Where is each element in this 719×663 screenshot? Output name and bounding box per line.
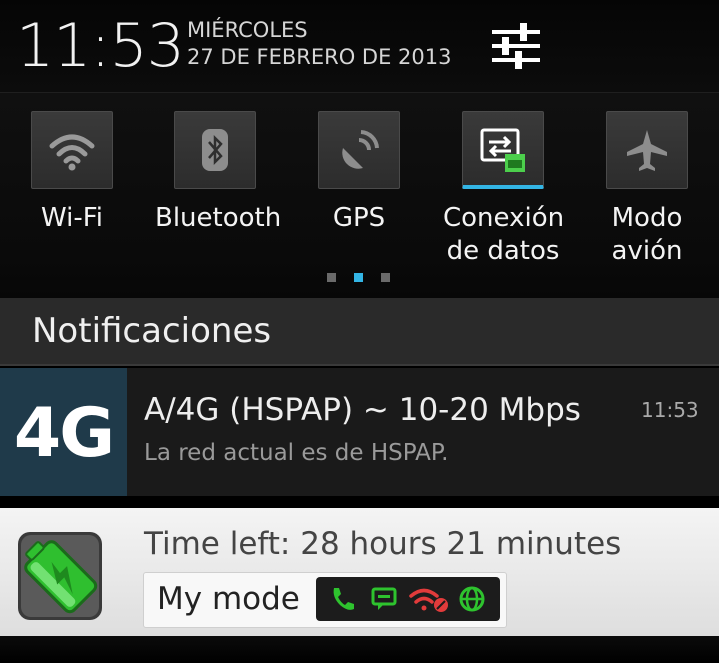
network-notification[interactable]: 4G A/4G (HSPAP) ~ 10-20 Mbps 11:53 La re…	[0, 368, 719, 496]
wifi-icon	[49, 134, 95, 171]
battery-notification[interactable]: Time left: 28 hours 21 minutes My mode	[0, 508, 719, 636]
mode-icons-strip	[316, 577, 500, 621]
panel-bottom-edge	[0, 636, 719, 663]
page-dot-3	[381, 273, 390, 282]
phone-icon	[333, 588, 354, 610]
network-notification-title: A/4G (HSPAP) ~ 10-20 Mbps	[144, 392, 581, 428]
toggle-bluetooth[interactable]: Bluetooth	[155, 111, 282, 235]
battery-time-left: Time left: 28 hours 21 minutes	[144, 526, 622, 562]
wifi-off-icon	[409, 588, 448, 612]
message-icon	[371, 587, 397, 610]
4g-icon: 4G	[0, 368, 127, 496]
clock: 11:53	[16, 11, 185, 81]
weekday-label: MIÉRCOLES	[187, 18, 308, 42]
sliders-icon	[492, 23, 540, 69]
toggle-airplane-mode-label: Modo avión	[611, 203, 683, 266]
toggle-bluetooth-label: Bluetooth	[155, 203, 282, 233]
notifications-title: Notificaciones	[32, 311, 272, 351]
network-notification-text: La red actual es de HSPAP.	[144, 440, 449, 466]
network-notification-time: 11:53	[641, 398, 699, 422]
notifications-header: Notificaciones	[0, 298, 719, 366]
quick-settings-button[interactable]	[484, 14, 548, 78]
page-dot-1	[327, 273, 336, 282]
my-mode-label: My mode	[157, 581, 300, 617]
date-label: 27 DE FEBRERO DE 2013	[187, 45, 452, 69]
toggle-airplane-mode[interactable]: Modo avión	[587, 111, 707, 268]
page-dot-2	[354, 273, 363, 282]
airplane-icon	[627, 130, 667, 171]
quick-toggles-panel: Wi-Fi Bluetooth GPS Conexión de datos Mo…	[0, 93, 719, 298]
toggle-wifi[interactable]: Wi-Fi	[12, 111, 132, 235]
my-mode-button[interactable]: My mode	[143, 572, 507, 628]
globe-icon	[459, 586, 485, 612]
toggle-gps-label: GPS	[332, 203, 386, 233]
gps-icon	[342, 130, 379, 169]
toggle-data-connection-label: Conexión de datos	[443, 203, 565, 266]
battery-app-icon	[18, 532, 102, 620]
data-connection-icon	[480, 128, 525, 172]
toggle-wifi-label: Wi-Fi	[40, 203, 104, 233]
toggle-data-connection[interactable]: Conexión de datos	[443, 111, 565, 268]
toggle-gps[interactable]: GPS	[299, 111, 419, 235]
status-header: 11:53 MIÉRCOLES 27 DE FEBRERO DE 2013	[0, 0, 719, 93]
bluetooth-icon	[202, 129, 228, 171]
4g-icon-text: 4G	[13, 394, 115, 473]
